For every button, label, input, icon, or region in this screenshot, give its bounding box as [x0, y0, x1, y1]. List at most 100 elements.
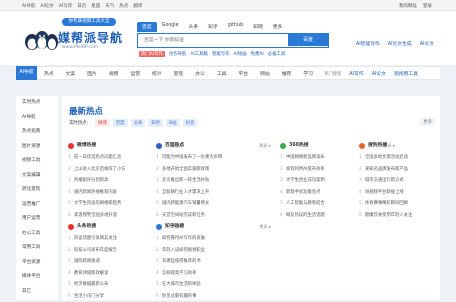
nav-item[interactable]: 推荐 — [282, 70, 292, 77]
nav-right-link[interactable]: AI写作 — [349, 70, 363, 77]
hot-item[interactable]: 3城市交通出行新方式 — [359, 175, 456, 187]
top-link[interactable]: AI写作 — [59, 3, 72, 9]
hot-item[interactable]: 6天宫空间站完成新任务 — [156, 210, 274, 222]
nav-item[interactable]: 运营 — [130, 70, 140, 77]
sidebar-item[interactable]: 用户运营 — [16, 212, 58, 227]
sidebar-item[interactable]: 实时热点 — [16, 96, 58, 111]
hot-tag[interactable]: 头条 — [131, 119, 146, 127]
hot-item-title[interactable]: 多地开始全面实施新政策 — [162, 164, 209, 176]
nav-right-link[interactable]: 短视频工具 — [394, 70, 418, 77]
hot-item-title[interactable]: 体育赛事精彩瞬间回顾 — [365, 198, 408, 210]
hot-item[interactable]: 5体育赛事精彩瞬间回顾 — [359, 198, 456, 210]
hot-item-title[interactable]: 在大城市生活的体验 — [162, 279, 201, 291]
header-link[interactable]: AI论文生成 — [388, 40, 412, 47]
search-tab[interactable]: 头条 — [184, 22, 204, 32]
hot-tag[interactable]: 抖音 — [183, 119, 198, 127]
sidebar-item[interactable]: 运营推广 — [16, 198, 58, 213]
search-button[interactable]: 百度 — [288, 34, 328, 46]
hot-item-title[interactable]: 互联网行业人才需求上升 — [162, 187, 209, 199]
nav-home[interactable]: AI导航 — [16, 66, 37, 80]
card-more-link[interactable]: 更多 ▸ — [259, 221, 271, 233]
hot-item[interactable]: 4怎样提高学习效率 — [156, 268, 274, 280]
hot-item-title[interactable]: 国际新闻速递 — [74, 256, 100, 268]
hot-item-title[interactable]: 教育领域新政解读 — [74, 268, 108, 280]
nav-item[interactable]: 图片 — [87, 70, 97, 77]
hot-item-title[interactable]: 天宫空间站完成新任务 — [162, 210, 205, 222]
search-input[interactable] — [138, 34, 288, 46]
sidebar-item[interactable]: 视频工具 — [16, 154, 58, 169]
hot-item[interactable]: 2某知名品牌发布新产品 — [359, 164, 456, 176]
top-link[interactable]: 翻译 — [133, 3, 142, 9]
sidebar-item[interactable]: 办公工具 — [16, 227, 58, 242]
top-link[interactable]: 我的网址 — [399, 3, 417, 9]
search-tab[interactable]: 更多 — [268, 22, 288, 32]
hot-item-title[interactable]: 有哪些值得推荐的书 — [162, 256, 201, 268]
hot-link[interactable]: 免费AI — [251, 51, 264, 57]
hot-item-title[interactable]: 年轻人该如何规划职业 — [162, 245, 205, 257]
hot-item[interactable]: 6健康饮食受到年轻人关注 — [359, 210, 456, 222]
sidebar-item[interactable]: 热点指南 — [16, 125, 58, 140]
hot-item-title[interactable]: 健康饮食受到年轻人关注 — [365, 210, 412, 222]
hot-item[interactable]: 1可能为中国发布了一份重大声明 — [156, 152, 274, 164]
search-tab[interactable]: github — [223, 22, 248, 32]
sidebar-item[interactable]: 常用工具 — [16, 241, 58, 256]
hot-item[interactable]: 5在大城市生活的体验 — [156, 279, 274, 291]
top-link[interactable]: AI导航 — [22, 3, 35, 9]
hot-item-title[interactable]: 热议话题引发网友关注 — [74, 233, 117, 245]
hot-item[interactable]: 6你见过最有趣的事 — [156, 291, 274, 302]
nav-item[interactable]: 平台 — [238, 70, 248, 77]
nav-item[interactable]: 网站 — [260, 70, 270, 77]
hot-item[interactable]: 3有哪些值得推荐的书 — [156, 256, 274, 268]
hot-tag[interactable]: 微博 — [95, 119, 110, 127]
hot-item[interactable]: 3北京推出新一轮生活补贴 — [156, 175, 274, 187]
hot-link[interactable]: 必备工具 — [268, 51, 286, 57]
card-more-link[interactable]: 更多 ▸ — [259, 140, 271, 152]
hot-item-title[interactable]: 国内新闻热搜推荐内容 — [74, 187, 117, 199]
nav-item[interactable]: 统计 — [152, 70, 162, 77]
nav-item[interactable]: 变现 — [174, 70, 184, 77]
hot-item[interactable]: 4短视频平台新规上线 — [359, 187, 456, 199]
hot-item-title[interactable]: 网友热议的生活话题 — [286, 210, 325, 222]
sidebar-item[interactable]: 转化变现 — [16, 183, 58, 198]
hot-link[interactable]: AI绘画 — [234, 51, 247, 57]
search-tab[interactable]: 知乎 — [203, 22, 223, 32]
sidebar-item[interactable]: 平台资源 — [16, 256, 58, 271]
hot-link[interactable]: AI工具箱 — [190, 51, 207, 57]
hot-item-title[interactable]: 全国多地文旅活动启动 — [365, 152, 408, 164]
hot-item-title[interactable]: 经济数据最新公布 — [74, 279, 108, 291]
nav-item[interactable]: 办公 — [195, 70, 205, 77]
more-button[interactable]: 更多 — [420, 118, 435, 126]
hot-item-title[interactable]: 大学生热议的网络新趋势 — [74, 198, 121, 210]
search-tab[interactable]: 百度 — [137, 22, 157, 32]
nav-item[interactable]: 视频 — [109, 70, 119, 77]
nav-item[interactable]: 工具 — [217, 70, 227, 77]
hot-item-title[interactable]: 中国网络新品牌发布 — [286, 152, 325, 164]
hot-item-title[interactable]: 国内新能源汽车销量增长 — [162, 198, 209, 210]
hot-item[interactable]: 2多地开始全面实施新政策 — [156, 164, 274, 176]
search-tab[interactable]: Google — [157, 22, 184, 32]
hot-item-title[interactable]: 生活小窍门分享 — [74, 291, 104, 302]
hot-item-title[interactable]: 如何看待AI写作的发展 — [162, 233, 205, 245]
header-link[interactable]: AI智能写作 — [356, 40, 380, 47]
top-link[interactable]: 日历 — [77, 3, 86, 9]
nav-right-link[interactable]: 热门搜索 — [324, 71, 341, 77]
hot-tag[interactable]: 百度 — [113, 119, 128, 127]
hot-item-title[interactable]: 可能为中国发布了一份重大声明 — [162, 152, 222, 164]
hot-item-title[interactable]: 你见过最有趣的事 — [162, 291, 196, 302]
hot-item-title[interactable]: 大学生创业成功案例 — [286, 175, 325, 187]
hot-item-title[interactable]: 短视频平台新规上线 — [365, 187, 404, 199]
sidebar-item[interactable]: 图片资源 — [16, 140, 58, 155]
hot-item-title[interactable]: 人工智能与教育结合 — [286, 198, 325, 210]
hot-item-title[interactable]: 上山进入北京后推荐了小方 — [74, 164, 126, 176]
hot-item-title[interactable]: 前一日优选热点问题汇总 — [74, 152, 121, 164]
hot-link[interactable]: 智能写作 — [212, 51, 230, 57]
hot-item[interactable]: 1全国多地文旅活动启动 — [359, 152, 456, 164]
hot-tag[interactable]: B站 — [166, 119, 179, 127]
header-link[interactable]: AI论文 — [420, 40, 434, 47]
site-title[interactable]: 媒帮派导航 — [58, 29, 123, 46]
nav-item[interactable]: 热点 — [44, 70, 54, 77]
hot-item-title[interactable]: 城市交通出行新方式 — [365, 175, 404, 187]
hot-link[interactable]: 热门AI写作 — [139, 51, 165, 57]
sidebar-item[interactable]: 文案编辑 — [16, 169, 58, 184]
hot-item-title[interactable]: 热播剧评分创新高 — [74, 175, 108, 187]
